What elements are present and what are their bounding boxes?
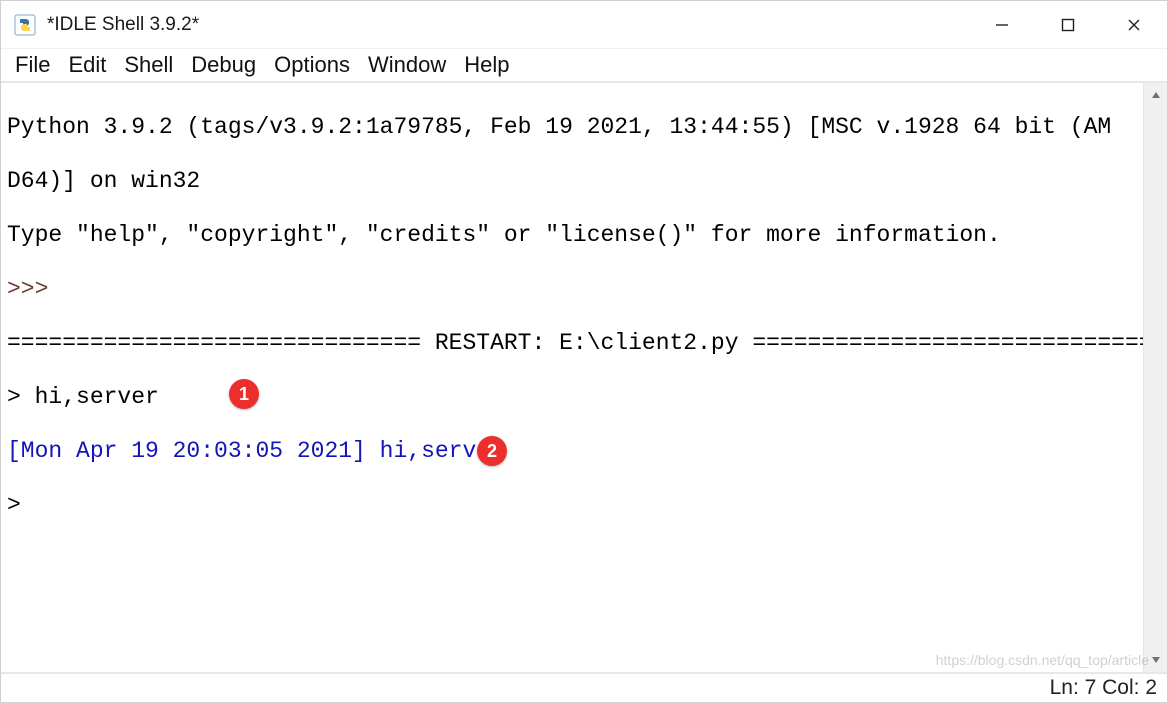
scroll-up-button[interactable]	[1144, 83, 1167, 107]
next-prompt: >	[7, 492, 21, 518]
close-button[interactable]	[1101, 1, 1167, 48]
banner-line: Python 3.9.2 (tags/v3.9.2:1a79785, Feb 1…	[7, 114, 1137, 141]
menu-edit[interactable]: Edit	[60, 50, 114, 80]
next-prompt-line: >	[7, 492, 1137, 519]
menu-options[interactable]: Options	[266, 50, 358, 80]
menu-help[interactable]: Help	[456, 50, 517, 80]
banner-line: Type "help", "copyright", "credits" or "…	[7, 222, 1137, 249]
vertical-scrollbar[interactable]	[1143, 83, 1167, 672]
maximize-button[interactable]	[1035, 1, 1101, 48]
prompt: >>>	[7, 276, 48, 302]
user-input-text: hi,server	[35, 384, 159, 410]
scroll-track[interactable]	[1144, 107, 1167, 648]
python-idle-icon	[13, 13, 37, 37]
server-reply-line: [Mon Apr 19 20:03:05 2021] hi,server2	[7, 438, 1137, 465]
scroll-down-button[interactable]	[1144, 648, 1167, 672]
restart-line: ============================== RESTART: …	[7, 330, 1137, 357]
banner-line: D64)] on win32	[7, 168, 1137, 195]
menubar: File Edit Shell Debug Options Window Hel…	[1, 49, 1167, 83]
editor-area: Python 3.9.2 (tags/v3.9.2:1a79785, Feb 1…	[1, 83, 1167, 672]
user-input-line: > hi,server1	[7, 384, 1137, 411]
menu-window[interactable]: Window	[360, 50, 454, 80]
window-controls	[969, 1, 1167, 48]
shell-text[interactable]: Python 3.9.2 (tags/v3.9.2:1a79785, Feb 1…	[1, 83, 1143, 672]
server-reply-text: [Mon Apr 19 20:03:05 2021] hi,server	[7, 438, 504, 464]
minimize-button[interactable]	[969, 1, 1035, 48]
annotation-badge-2: 2	[477, 436, 507, 466]
input-prefix: >	[7, 384, 35, 410]
titlebar: *IDLE Shell 3.9.2*	[1, 1, 1167, 49]
statusbar: Ln: 7 Col: 2	[1, 672, 1167, 702]
menu-debug[interactable]: Debug	[183, 50, 264, 80]
menu-file[interactable]: File	[7, 50, 58, 80]
menu-shell[interactable]: Shell	[116, 50, 181, 80]
annotation-badge-1: 1	[229, 379, 259, 409]
cursor-position: Ln: 7 Col: 2	[1050, 676, 1157, 700]
prompt-line: >>>	[7, 276, 1137, 303]
window-title: *IDLE Shell 3.9.2*	[47, 14, 199, 36]
